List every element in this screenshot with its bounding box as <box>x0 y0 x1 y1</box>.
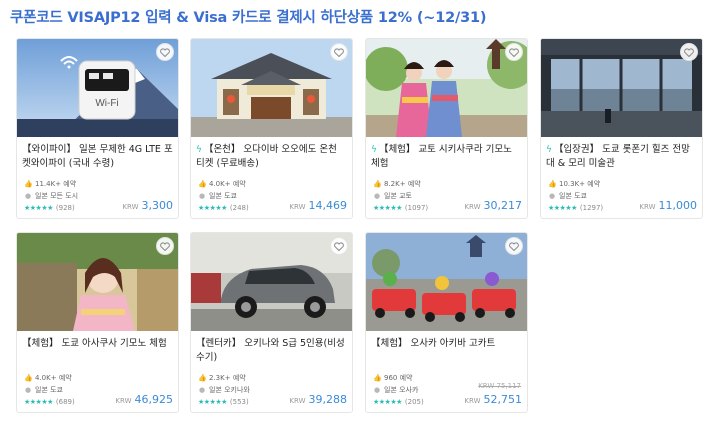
heart-icon <box>509 47 519 57</box>
wishlist-button[interactable] <box>505 237 523 255</box>
product-title[interactable]: ϟ 【입장권】 도쿄 롯폰기 힐즈 전망대 & 모리 미술관 <box>546 143 697 171</box>
rating: ★★★★★ (205) <box>373 398 424 406</box>
wishlist-button[interactable] <box>156 237 174 255</box>
wishlist-button[interactable] <box>330 237 348 255</box>
product-card-wifi[interactable]: Wi-Fi 【와이파이】 일본 무제한 4G LTE 포켓와이파이 (국내 수령… <box>16 38 179 219</box>
lightning-icon: ϟ <box>546 145 552 155</box>
product-title[interactable]: 【렌터카】 오키나와 S급 5인용(비성수기) <box>196 337 347 365</box>
booking-count: 👍 4.0K+ 예약 <box>24 374 72 382</box>
product-image <box>191 233 352 331</box>
booking-count: 👍 4.0K+ 예약 <box>198 180 246 188</box>
thumb-icon: 👍 <box>198 180 207 188</box>
product-card-asakusa-kimono[interactable]: 【체험】 도쿄 아사쿠사 기모노 체험 👍 4.0K+ 예약 ● 일본 도쿄 ★★★… <box>16 232 179 413</box>
pin-icon: ● <box>24 386 32 394</box>
price: KRW 14,469 <box>289 199 347 212</box>
review-count: (689) <box>55 398 75 406</box>
wishlist-button[interactable] <box>505 43 523 61</box>
review-count: (205) <box>404 398 424 406</box>
review-count: (928) <box>55 204 75 212</box>
product-card-kyoto-kimono[interactable]: ϟ 【체험】 교토 시키사쿠라 기모노 체험 👍 8.2K+ 예약 ● 일본 교토 ★… <box>365 38 528 219</box>
product-card-onsen[interactable]: ϟ 【온천】 오다이바 오오에도 온천 티켓 (무료배송) 👍 4.0K+ 예약 ●… <box>190 38 353 219</box>
location: ● 일본 오키나와 <box>198 386 250 394</box>
thumb-icon: 👍 <box>24 374 33 382</box>
product-title[interactable]: ϟ 【온천】 오다이바 오오에도 온천 티켓 (무료배송) <box>196 143 347 171</box>
review-count: (1097) <box>404 204 429 212</box>
product-image <box>541 39 702 137</box>
product-image <box>17 233 178 331</box>
promo-banner: 쿠폰코드 VISAJP12 입력 & Visa 카드로 결제시 하단상품 12%… <box>10 10 487 26</box>
product-card-osaka-gokart[interactable]: 【체험】 오사카 아키바 고카트 👍 960 예약 ● 일본 오사카 KRW 75,… <box>365 232 528 413</box>
lightning-icon: ϟ <box>371 145 377 155</box>
heart-icon <box>160 47 170 57</box>
booking-count: 👍 960 예약 <box>373 374 413 382</box>
rating: ★★★★★ (248) <box>198 204 249 212</box>
rating: ★★★★★ (1097) <box>373 204 429 212</box>
product-title[interactable]: 【체험】 오사카 아키바 고카트 <box>371 337 522 365</box>
wishlist-button[interactable] <box>330 43 348 61</box>
price: KRW 39,288 <box>289 393 347 406</box>
rating: ★★★★★ (928) <box>24 204 75 212</box>
pin-icon: ● <box>373 386 381 394</box>
thumb-icon: 👍 <box>373 180 382 188</box>
original-price: KRW 75,117 <box>478 382 521 390</box>
review-count: (553) <box>229 398 249 406</box>
pin-icon: ● <box>24 192 32 200</box>
wishlist-button[interactable] <box>156 43 174 61</box>
rating: ★★★★★ (689) <box>24 398 75 406</box>
thumb-icon: 👍 <box>198 374 207 382</box>
pin-icon: ● <box>198 386 206 394</box>
product-title[interactable]: 【와이파이】 일본 무제한 4G LTE 포켓와이파이 (국내 수령) <box>22 143 173 171</box>
heart-icon <box>334 241 344 251</box>
product-image <box>366 233 527 331</box>
location: ● 일본 도쿄 <box>198 192 237 200</box>
heart-icon <box>684 47 694 57</box>
location: ● 일본 오사카 <box>373 386 419 394</box>
location: ● 일본 도쿄 <box>548 192 587 200</box>
product-image <box>191 39 352 137</box>
price: KRW 46,925 <box>115 393 173 406</box>
lightning-icon: ϟ <box>196 145 202 155</box>
booking-count: 👍 8.2K+ 예약 <box>373 180 421 188</box>
pin-icon: ● <box>198 192 206 200</box>
product-title[interactable]: 【체험】 도쿄 아사쿠사 기모노 체험 <box>22 337 173 365</box>
pin-icon: ● <box>373 192 381 200</box>
booking-count: 👍 2.3K+ 예약 <box>198 374 246 382</box>
price: KRW 3,300 <box>122 199 173 212</box>
thumb-icon: 👍 <box>24 180 33 188</box>
review-count: (1297) <box>579 204 604 212</box>
wifi-device-label: Wi-Fi <box>95 98 118 109</box>
product-card-okinawa-rental[interactable]: 【렌터카】 오키나와 S급 5인용(비성수기) 👍 2.3K+ 예약 ● 일본 오키… <box>190 232 353 413</box>
price: KRW 30,217 <box>464 199 522 212</box>
review-count: (248) <box>229 204 249 212</box>
heart-icon <box>160 241 170 251</box>
product-title[interactable]: ϟ 【체험】 교토 시키사쿠라 기모노 체험 <box>371 143 522 171</box>
location: ● 일본 모든 도시 <box>24 192 79 200</box>
rating: ★★★★★ (1297) <box>548 204 604 212</box>
product-image <box>366 39 527 137</box>
heart-icon <box>509 241 519 251</box>
booking-count: 👍 11.4K+ 예약 <box>24 180 77 188</box>
pin-icon: ● <box>548 192 556 200</box>
heart-icon <box>334 47 344 57</box>
product-image: Wi-Fi <box>17 39 178 137</box>
price: KRW 11,000 <box>639 199 697 212</box>
wishlist-button[interactable] <box>680 43 698 61</box>
price: KRW 52,751 <box>464 393 522 406</box>
thumb-icon: 👍 <box>373 374 382 382</box>
location: ● 일본 교토 <box>373 192 412 200</box>
rating: ★★★★★ (553) <box>198 398 249 406</box>
location: ● 일본 도쿄 <box>24 386 63 394</box>
booking-count: 👍 10.3K+ 예약 <box>548 180 601 188</box>
product-card-roppongi[interactable]: ϟ 【입장권】 도쿄 롯폰기 힐즈 전망대 & 모리 미술관 👍 10.3K+ 예약… <box>540 38 703 219</box>
thumb-icon: 👍 <box>548 180 557 188</box>
